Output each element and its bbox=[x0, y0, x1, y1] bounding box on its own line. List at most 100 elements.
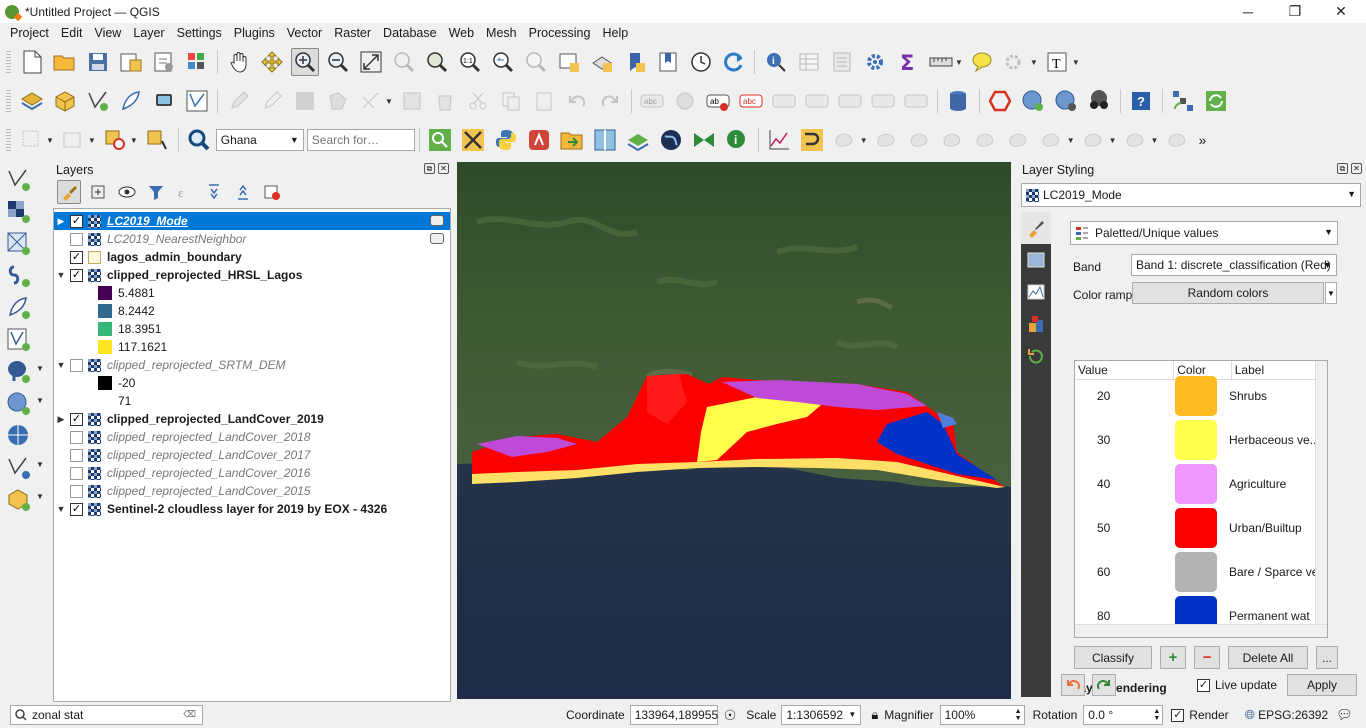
layer-item-lagos-admin-boundary[interactable]: ✓ lagos_admin_boundary bbox=[54, 248, 450, 266]
class-row[interactable]: 20 Shrubs bbox=[1075, 374, 1327, 418]
add-vector-layer-button[interactable] bbox=[84, 87, 112, 115]
layer-item-landcover-2015[interactable]: clipped_reprojected_LandCover_2015 bbox=[54, 482, 450, 500]
change-label-button[interactable] bbox=[902, 87, 930, 115]
chevron-down-icon[interactable]: ▼ bbox=[1030, 58, 1038, 67]
save-edits-button[interactable] bbox=[291, 87, 319, 115]
menu-plugins[interactable]: Plugins bbox=[228, 26, 281, 40]
toolbox-button[interactable] bbox=[861, 48, 889, 76]
cut-features-button[interactable] bbox=[464, 87, 492, 115]
zoom-to-selection-button[interactable] bbox=[390, 48, 418, 76]
diagram-options-button[interactable] bbox=[671, 87, 699, 115]
layer-item-srtm-dem[interactable]: ▼ clipped_reprojected_SRTM_DEM bbox=[54, 356, 450, 374]
pan-map-button[interactable] bbox=[225, 48, 253, 76]
layer-item-landcover-2019[interactable]: ▶ ✓ clipped_reprojected_LandCover_2019 bbox=[54, 410, 450, 428]
menu-layer[interactable]: Layer bbox=[127, 26, 170, 40]
collapse-arrow-icon[interactable]: ▼ bbox=[54, 270, 68, 280]
remove-class-button[interactable]: − bbox=[1194, 646, 1220, 669]
lock-scale-icon[interactable]: 🔒︎ bbox=[871, 707, 878, 723]
col-header-value[interactable]: Value bbox=[1075, 361, 1175, 379]
close-panel-icon[interactable]: ✕ bbox=[438, 163, 449, 174]
digitize-3-button[interactable] bbox=[906, 126, 934, 154]
open-folder-plugin-button[interactable] bbox=[558, 126, 586, 154]
layer-visibility-checkbox[interactable] bbox=[70, 232, 83, 246]
add-wcs-button[interactable] bbox=[5, 422, 33, 450]
digitize-7-button[interactable] bbox=[1038, 126, 1066, 154]
data-source-manager-button[interactable] bbox=[18, 87, 46, 115]
identify-features-button[interactable]: i bbox=[762, 48, 790, 76]
spin-arrows-icon[interactable]: ▲ ▼ bbox=[1153, 708, 1160, 722]
close-button[interactable]: ✕ bbox=[1318, 0, 1364, 23]
chevron-down-icon[interactable]: ▼ bbox=[36, 492, 44, 501]
info-plugin-button[interactable]: i bbox=[723, 126, 751, 154]
add-mesh-button[interactable] bbox=[5, 230, 33, 258]
menu-help[interactable]: Help bbox=[596, 26, 634, 40]
chevron-down-icon[interactable]: ▼ bbox=[1109, 136, 1117, 145]
undo-style-button[interactable] bbox=[1061, 674, 1085, 696]
map-tips-button[interactable] bbox=[968, 48, 996, 76]
render-checkbox[interactable]: ✓ bbox=[1171, 708, 1185, 722]
rotate-label-button[interactable] bbox=[869, 87, 897, 115]
redo-style-button[interactable] bbox=[1092, 674, 1116, 696]
move-label-button[interactable] bbox=[836, 87, 864, 115]
layer-visibility-checkbox[interactable] bbox=[70, 448, 83, 462]
add-raster-layer-button[interactable] bbox=[117, 87, 145, 115]
current-edits-button[interactable] bbox=[225, 87, 253, 115]
plugin-tool-button[interactable] bbox=[459, 126, 487, 154]
text-annotation-button[interactable]: T bbox=[1043, 48, 1071, 76]
add-spatialite-button[interactable] bbox=[5, 294, 33, 322]
location-combo[interactable]: Ghana ▼ bbox=[215, 129, 304, 151]
menu-view[interactable]: View bbox=[88, 26, 127, 40]
add-delimited-text-button[interactable] bbox=[5, 262, 33, 290]
plugin-red-button[interactable] bbox=[525, 126, 553, 154]
styling-layer-combo[interactable]: LC2019_Mode ▼ bbox=[1021, 183, 1361, 207]
collapse-all-button[interactable] bbox=[231, 180, 255, 204]
chevron-down-icon[interactable]: ▼ bbox=[36, 364, 44, 373]
layer-item-landcover-2017[interactable]: clipped_reprojected_LandCover_2017 bbox=[54, 446, 450, 464]
expand-arrow-icon[interactable]: ▶ bbox=[54, 216, 68, 227]
zoom-last-button[interactable] bbox=[489, 48, 517, 76]
menu-edit[interactable]: Edit bbox=[55, 26, 89, 40]
field-calculator-button[interactable] bbox=[828, 48, 856, 76]
class-row[interactable]: 50 Urban/Builtup bbox=[1075, 506, 1327, 550]
db-manager-button[interactable] bbox=[944, 87, 972, 115]
split-view-button[interactable] bbox=[591, 126, 619, 154]
geocoder-search-input[interactable] bbox=[306, 129, 415, 151]
create-polygon-button[interactable] bbox=[986, 87, 1014, 115]
select-features-button[interactable] bbox=[18, 126, 46, 154]
toolbar-grip[interactable] bbox=[6, 51, 11, 73]
qgis-resource-sharing-button[interactable] bbox=[1202, 87, 1230, 115]
redo-button[interactable] bbox=[596, 87, 624, 115]
paste-features-button[interactable] bbox=[530, 87, 558, 115]
tab-history[interactable] bbox=[1021, 340, 1051, 372]
bowtie-plugin-button[interactable] bbox=[690, 126, 718, 154]
georeferencer-button[interactable] bbox=[1169, 87, 1197, 115]
messages-icon[interactable]: 💬︎ bbox=[1336, 707, 1353, 723]
tab-transparency[interactable] bbox=[1021, 244, 1051, 276]
layer-item-hrsl-lagos[interactable]: ▼ ✓ clipped_reprojected_HRSL_Lagos bbox=[54, 266, 450, 284]
classify-button[interactable]: Classify bbox=[1074, 646, 1152, 669]
zoom-out-button[interactable] bbox=[324, 48, 352, 76]
add-virtual-layer-button[interactable] bbox=[5, 326, 33, 354]
undo-button[interactable] bbox=[563, 87, 591, 115]
digitize-5-button[interactable] bbox=[972, 126, 1000, 154]
measure-line-button[interactable] bbox=[927, 48, 955, 76]
open-attribute-table-button[interactable] bbox=[795, 48, 823, 76]
menu-project[interactable]: Project bbox=[4, 26, 55, 40]
new-bookmark-button[interactable] bbox=[621, 48, 649, 76]
open-project-button[interactable] bbox=[51, 48, 79, 76]
save-as-button[interactable] bbox=[117, 48, 145, 76]
rotation-spinbox[interactable]: 0.0 ° ▲ ▼ bbox=[1083, 705, 1164, 725]
layer-visibility-checkbox[interactable]: ✓ bbox=[70, 250, 83, 264]
chevron-down-icon[interactable]: ▼ bbox=[1067, 136, 1075, 145]
refresh-button[interactable] bbox=[720, 48, 748, 76]
expand-all-button[interactable] bbox=[202, 180, 226, 204]
digitize-2-button[interactable] bbox=[873, 126, 901, 154]
more-options-button[interactable]: ... bbox=[1316, 646, 1338, 669]
pin-labels-button[interactable] bbox=[770, 87, 798, 115]
zoom-native-button[interactable]: 1:1 bbox=[456, 48, 484, 76]
layer-labeling-toolbar-button[interactable]: ab bbox=[704, 87, 732, 115]
band-combo[interactable]: Band 1: discrete_classification (Red) ▼ bbox=[1131, 254, 1337, 276]
chevron-down-icon[interactable]: ▼ bbox=[46, 136, 54, 145]
highlight-pinned-labels-button[interactable]: abc bbox=[737, 87, 765, 115]
deselect-all-button[interactable] bbox=[101, 126, 129, 154]
